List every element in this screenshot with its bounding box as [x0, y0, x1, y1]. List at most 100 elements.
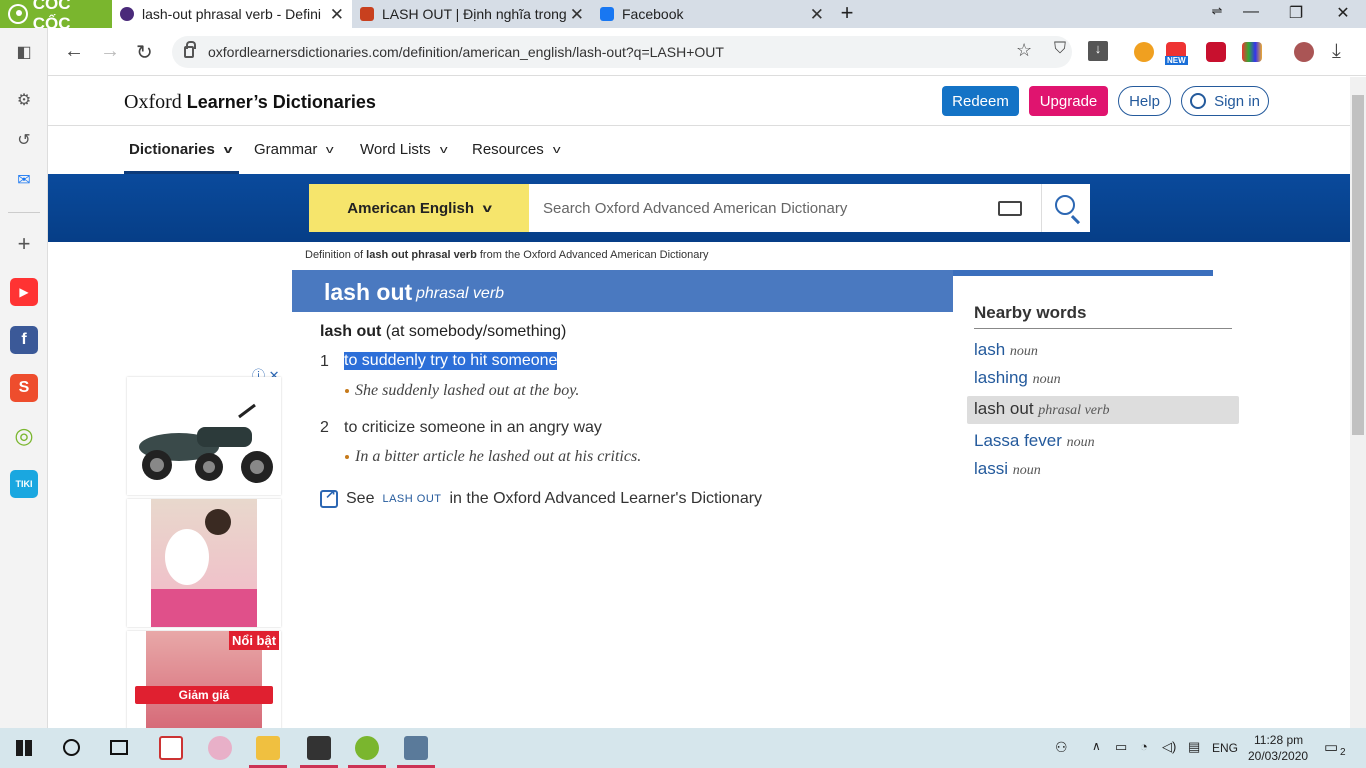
tray-expand-icon[interactable]: ∧ — [1092, 739, 1101, 753]
nearby-word-link[interactable]: lashing noun — [974, 368, 1061, 388]
keyboard-icon[interactable] — [998, 201, 1022, 216]
shield-icon[interactable]: ⛉ — [1054, 40, 1066, 58]
battery-icon[interactable]: ▭ — [1115, 739, 1127, 755]
ad-sale[interactable]: Nổi bật Giảm giá — [127, 631, 281, 728]
restore-icon[interactable]: ❐ — [1281, 3, 1311, 23]
menu-resources[interactable]: Resources v — [472, 141, 560, 158]
close-window-icon[interactable]: ✕ — [1328, 3, 1358, 23]
back-icon[interactable]: ← — [64, 40, 84, 63]
volume-icon[interactable]: ◁) — [1162, 739, 1176, 755]
wifi-icon[interactable]: ◔ — [1140, 739, 1148, 754]
facebook-icon[interactable]: f — [10, 326, 38, 354]
nearby-word-current: lash out phrasal verb — [967, 396, 1239, 424]
extension-alert-icon[interactable] — [1134, 42, 1154, 62]
tab-cambridge[interactable]: LASH OUT | Định nghĩa trong ✕ — [352, 0, 592, 28]
menu-grammar[interactable]: Grammar v — [254, 141, 334, 158]
clock-date[interactable]: 20/03/2020 — [1248, 749, 1308, 763]
sticky-notes-icon[interactable] — [307, 736, 331, 760]
see-suffix: in the Oxford Advanced Learner's Diction… — [449, 490, 763, 507]
task-view-icon[interactable] — [110, 740, 128, 755]
site-logo[interactable]: Oxford Learner’s Dictionaries — [124, 91, 376, 114]
nearby-word-link[interactable]: Lassa fever noun — [974, 431, 1095, 451]
example-bullet — [345, 455, 349, 459]
coccoc-taskbar-icon[interactable] — [355, 736, 379, 760]
search-taskbar-icon[interactable] — [63, 739, 80, 756]
display-icon[interactable]: ▤ — [1188, 739, 1200, 755]
nearby-word: lashing — [974, 368, 1028, 387]
external-link-icon — [320, 486, 338, 508]
search-button[interactable] — [1041, 184, 1090, 232]
people-icon[interactable]: ⚇ — [1055, 739, 1068, 756]
tab-menu-icon[interactable]: ⇌ — [1202, 3, 1232, 19]
phrase-args: (at somebody/something) — [381, 323, 567, 340]
language-indicator[interactable]: ENG — [1212, 741, 1238, 755]
phrase-verb: lash out — [320, 323, 382, 340]
shopee-icon[interactable]: S — [10, 374, 38, 402]
tab-facebook[interactable]: Facebook ✕ — [592, 0, 832, 28]
page-content: Oxford Learner’s Dictionaries Redeem Upg… — [48, 77, 1350, 728]
chevron-down-icon: v — [482, 201, 493, 215]
nearby-word-link[interactable]: lassi noun — [974, 459, 1041, 479]
app-icon-2[interactable] — [208, 736, 232, 760]
cambridge-favicon-icon — [360, 7, 374, 21]
youtube-icon[interactable]: ▶ — [10, 278, 38, 306]
motorcycle-image — [139, 403, 273, 483]
bookmark-star-icon[interactable]: ☆ — [1016, 40, 1032, 61]
windows-start-icon[interactable] — [16, 740, 32, 756]
address-bar[interactable]: oxfordlearnersdictionaries.com/definitio… — [172, 36, 1072, 68]
sidebar-toggle-icon[interactable]: ◧ — [10, 38, 38, 66]
sense-number: 2 — [320, 419, 329, 436]
downloads-icon[interactable]: ⤓ — [1332, 40, 1341, 63]
forward-icon[interactable]: → — [100, 40, 120, 63]
profile-avatar-icon[interactable] — [1294, 42, 1314, 62]
app-icon-3[interactable] — [404, 736, 428, 760]
sense-definition[interactable]: to suddenly try to hit someone — [344, 352, 558, 370]
signin-button[interactable]: Sign in — [1181, 86, 1269, 116]
settings-icon[interactable]: ⚙ — [10, 86, 38, 114]
menu-dictionaries[interactable]: Dictionaries v — [129, 141, 232, 158]
extension-color-icon[interactable] — [1242, 42, 1262, 62]
menu-label: Word Lists — [360, 141, 431, 158]
close-tab-icon[interactable]: ✕ — [330, 5, 344, 25]
reload-icon[interactable]: ↻ — [136, 40, 153, 65]
sale-badge: Giảm giá — [135, 686, 273, 704]
notifications-icon[interactable]: ▭ — [1324, 738, 1338, 756]
minimize-icon[interactable]: — — [1236, 3, 1266, 21]
ad-plush[interactable] — [127, 499, 281, 627]
dictionary-select-label: American English — [347, 199, 474, 217]
nearby-divider — [974, 328, 1232, 329]
redeem-button[interactable]: Redeem — [942, 86, 1019, 116]
headword: lash out — [324, 279, 413, 305]
browser-brand[interactable]: CỐC CỐC — [0, 0, 112, 33]
ad-motorcycle[interactable] — [127, 377, 281, 495]
close-tab-icon[interactable]: ✕ — [810, 5, 824, 25]
file-explorer-icon[interactable] — [256, 736, 280, 760]
search-input[interactable] — [529, 184, 1041, 232]
messenger-icon[interactable]: ✉ — [10, 166, 38, 194]
app-icon-1[interactable] — [159, 736, 183, 760]
nearby-pos: noun — [1066, 435, 1095, 450]
oxford-favicon-icon — [120, 7, 134, 21]
see-also-link[interactable]: See LASH OUT in the Oxford Advanced Lear… — [320, 486, 763, 508]
nearby-word-link[interactable]: lash noun — [974, 340, 1038, 360]
facebook-favicon-icon — [600, 7, 614, 21]
nearby-word: lash out — [974, 399, 1034, 418]
clock-time[interactable]: 11:28 pm — [1254, 733, 1303, 747]
download-page-icon[interactable]: ↓ — [1088, 41, 1108, 61]
page-scrollbar[interactable] — [1350, 77, 1366, 728]
extension-red-icon[interactable] — [1206, 42, 1226, 62]
dictionary-select[interactable]: American English v — [309, 184, 529, 232]
definition-source: Definition of lash out phrasal verb from… — [305, 249, 709, 261]
upgrade-button[interactable]: Upgrade — [1029, 86, 1108, 116]
tab-oxford[interactable]: lash-out phrasal verb - Defini ✕ — [112, 0, 352, 28]
history-icon[interactable]: ↺ — [10, 126, 38, 154]
add-panel-icon[interactable]: + — [10, 230, 38, 258]
browser-toolbar: ← → ↻ oxfordlearnersdictionaries.com/def… — [48, 28, 1366, 76]
coccoc-icon[interactable]: ◎ — [10, 422, 38, 450]
tiki-icon[interactable]: TIKI — [10, 470, 38, 498]
help-button[interactable]: Help — [1118, 86, 1171, 116]
close-tab-icon[interactable]: ✕ — [570, 5, 584, 25]
menu-word-lists[interactable]: Word Lists v — [360, 141, 447, 158]
new-tab-icon[interactable]: + — [832, 0, 862, 26]
scrollbar-thumb[interactable] — [1352, 95, 1364, 435]
